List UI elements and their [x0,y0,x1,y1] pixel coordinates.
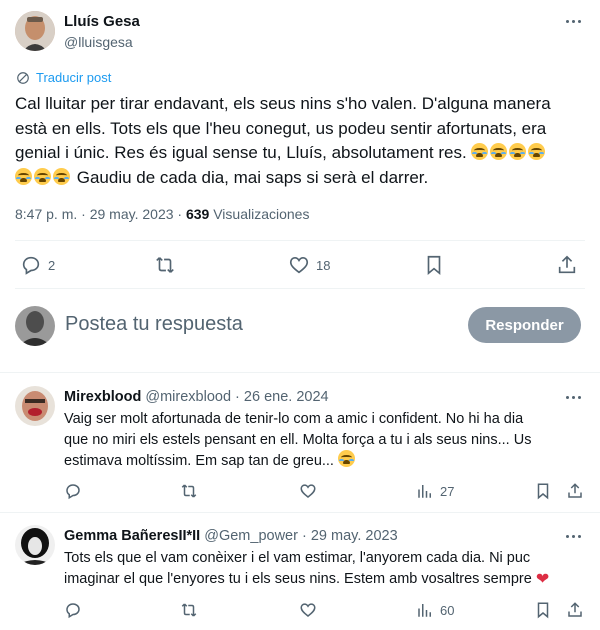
reply-text-line: Tots els que el vam conèixer i el vam es… [64,550,531,566]
crying-emoji-icon [34,167,51,185]
reply-submit-button[interactable]: Responder [468,307,581,343]
reply-share-button[interactable] [566,601,584,619]
analytics-icon [418,485,431,498]
reply-reply-button[interactable] [64,601,82,619]
heart-icon [300,603,316,617]
author-avatar[interactable] [15,11,55,51]
reply-header: Mirexblood @mirexblood · 26 ene. 2024 [64,389,329,405]
reply-author-handle[interactable]: @Gem_power [204,528,298,544]
reply-icon [22,256,40,275]
repost-icon [181,603,197,617]
reply-like-button[interactable] [299,482,317,500]
more-options-icon[interactable] [562,14,584,28]
translate-label: Traducir post [36,70,112,85]
post-date[interactable]: 29 may. 2023 [90,206,174,222]
reply-text: Vaig ser molt afortunada de tenir-lo com… [64,409,589,472]
separator-dot: · [235,389,240,405]
like-button[interactable]: 18 [288,254,330,276]
analytics-icon [418,604,431,617]
separator-dot: · [177,206,183,222]
separator-dot: · [301,528,307,544]
reply-repost-button[interactable] [180,482,198,500]
reply-views-count: 27 [440,483,455,499]
post-text: Cal lluitar per tirar endavant, els seus… [15,92,590,190]
reply-like-button[interactable] [299,601,317,619]
crying-emoji-icon [338,450,355,467]
divider [0,512,600,513]
author-name[interactable]: Lluís Gesa [64,13,140,30]
reply-avatar[interactable] [15,386,55,426]
reply-views[interactable]: 60 [416,601,454,619]
red-heart-emoji-icon: ❤ [535,570,550,588]
reply-text: Tots els que el vam conèixer i el vam es… [64,548,594,589]
heart-icon [289,257,309,274]
reply-bookmark-button[interactable] [534,482,552,500]
reply-author-handle[interactable]: @mirexblood [145,389,231,405]
divider [15,240,585,241]
user-avatar[interactable] [15,306,55,346]
repost-button[interactable] [154,254,176,276]
crying-emoji-icon [490,143,508,160]
share-icon [568,483,582,498]
translate-icon [17,71,29,84]
reply-text-line: estimava moltíssim. Em sap tan de greu..… [64,450,589,472]
reply-button[interactable]: 2 [20,254,55,276]
author-handle[interactable]: @lluisgesa [64,34,133,50]
separator-dot: · [81,206,86,222]
reply-reply-button[interactable] [64,482,82,500]
bookmark-icon [537,602,549,619]
heart-icon [300,484,316,498]
more-options-icon[interactable] [562,390,584,404]
repost-icon [181,484,197,498]
post-time[interactable]: 8:47 p. m. [15,206,77,222]
reply-views[interactable]: 27 [416,482,454,500]
share-icon [558,255,576,274]
post-text-line: Gaudiu de cada dia, mai saps si serà el … [15,166,590,191]
reply-count: 2 [48,257,56,273]
more-options-icon[interactable] [562,529,584,543]
reply-text-line: imaginar el que l'enyores tu i els seus … [64,570,550,588]
repost-icon [156,257,174,273]
divider [0,372,600,373]
post-text-line: està en ells. Tots els que l'heu conegut… [15,118,547,138]
reply-text-line: Vaig ser molt afortunada de tenir-lo com… [64,411,524,427]
views-count: 639 [185,206,210,222]
share-button[interactable] [556,254,578,276]
like-count: 18 [316,257,331,273]
post-meta: 8:47 p. m. · 29 may. 2023 · 639 Visualiz… [15,206,309,222]
crying-emoji-icon [53,167,70,185]
reply-author-name[interactable]: Mirexblood [64,389,141,405]
reply-views-count: 60 [440,602,455,618]
views-label: Visualizaciones [213,206,310,222]
share-icon [568,602,582,617]
crying-emoji-icon [15,167,32,185]
divider [15,288,585,289]
bookmark-button[interactable] [423,254,445,276]
reply-avatar[interactable] [15,525,55,565]
reply-repost-button[interactable] [180,601,198,619]
reply-icon [66,484,80,500]
reply-date[interactable]: 26 ene. 2024 [244,389,329,405]
reply-header: Gemma BañeresII*II @Gem_power · 29 may. … [64,528,398,544]
crying-emoji-icon [528,143,546,160]
post-text-line: genial i únic. Res és igual sense tu, Ll… [15,141,590,166]
bookmark-icon [427,255,441,276]
crying-emoji-icon [509,143,527,160]
reply-bookmark-button[interactable] [534,601,552,619]
reply-text-line: que no miri els estels pensant en ell. M… [64,431,532,448]
reply-author-name[interactable]: Gemma BañeresII*II [64,528,200,544]
reply-icon [66,603,80,619]
translate-post[interactable]: Traducir post [16,70,111,85]
bookmark-icon [537,483,549,500]
reply-share-button[interactable] [566,482,584,500]
post-text-line: Cal lluitar per tirar endavant, els seus… [15,94,551,113]
reply-input[interactable]: Postea tu respuesta [65,313,445,336]
reply-date[interactable]: 29 may. 2023 [311,528,398,544]
crying-emoji-icon [471,143,489,160]
